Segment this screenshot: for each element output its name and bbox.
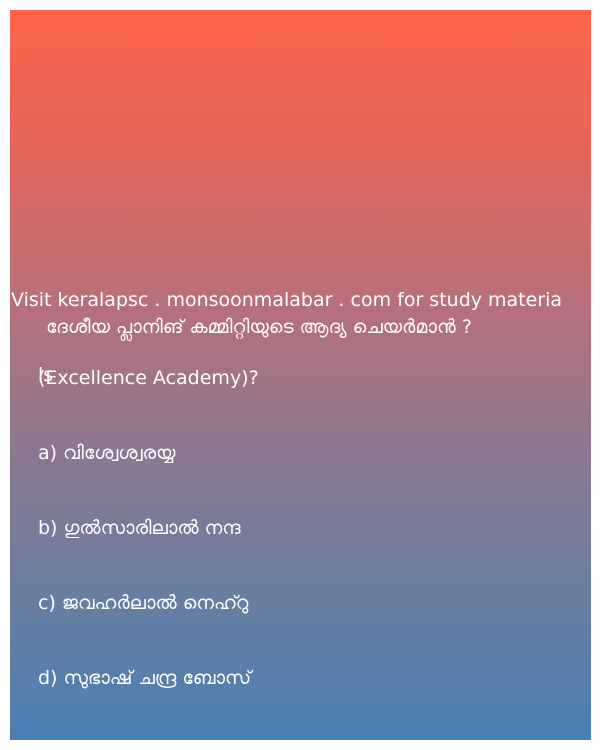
- option-c: c) ജവഹർലാൽ നെഹ്റു: [38, 592, 249, 614]
- question-text: ദേശീയ പ്ലാനിങ് കമ്മിറ്റിയുടെ ആദ്യ ചെയർമാ…: [46, 316, 472, 338]
- question-card: Visit keralapsc . monsoonmalabar . com f…: [10, 10, 591, 740]
- option-a: a) വിശ്വേശ്വരയ്യ: [38, 442, 176, 464]
- option-b: b) ഗുൽസാരിലാൽ നന്ദ: [38, 517, 241, 539]
- options-list: a) വിശ്വേശ്വരയ്യ b) ഗുൽസാരിലാൽ നന്ദ c) ജ…: [38, 391, 251, 741]
- source-label: (Excellence Academy)?: [38, 367, 259, 389]
- promo-line-1: Visit keralapsc . monsoonmalabar . com f…: [11, 289, 563, 311]
- option-d: d) സുഭാഷ് ചന്ദ്ര ബോസ്: [38, 667, 252, 689]
